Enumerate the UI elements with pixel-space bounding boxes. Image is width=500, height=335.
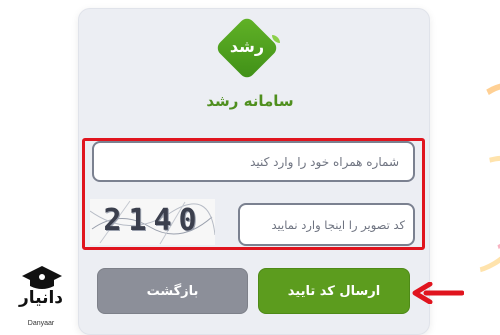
captcha-code: 2140 — [103, 203, 204, 238]
brand-latin-name: Danyaar — [27, 320, 55, 327]
arrow-left-icon — [412, 282, 464, 304]
back-button-label: بازگشت — [146, 283, 199, 299]
back-button[interactable]: بازگشت — [97, 268, 248, 314]
submit-button-label: ارسال کد تایید — [287, 283, 381, 299]
send-verification-code-button[interactable]: ارسال کد تایید — [258, 268, 410, 314]
system-title: سامانه رشد — [206, 92, 294, 110]
captcha-input[interactable] — [238, 203, 415, 246]
captcha-image: 2140 — [90, 199, 215, 245]
brand-name: دانیار — [18, 288, 64, 308]
phone-number-input[interactable] — [92, 141, 415, 182]
logo-text: رشد — [229, 37, 265, 56]
